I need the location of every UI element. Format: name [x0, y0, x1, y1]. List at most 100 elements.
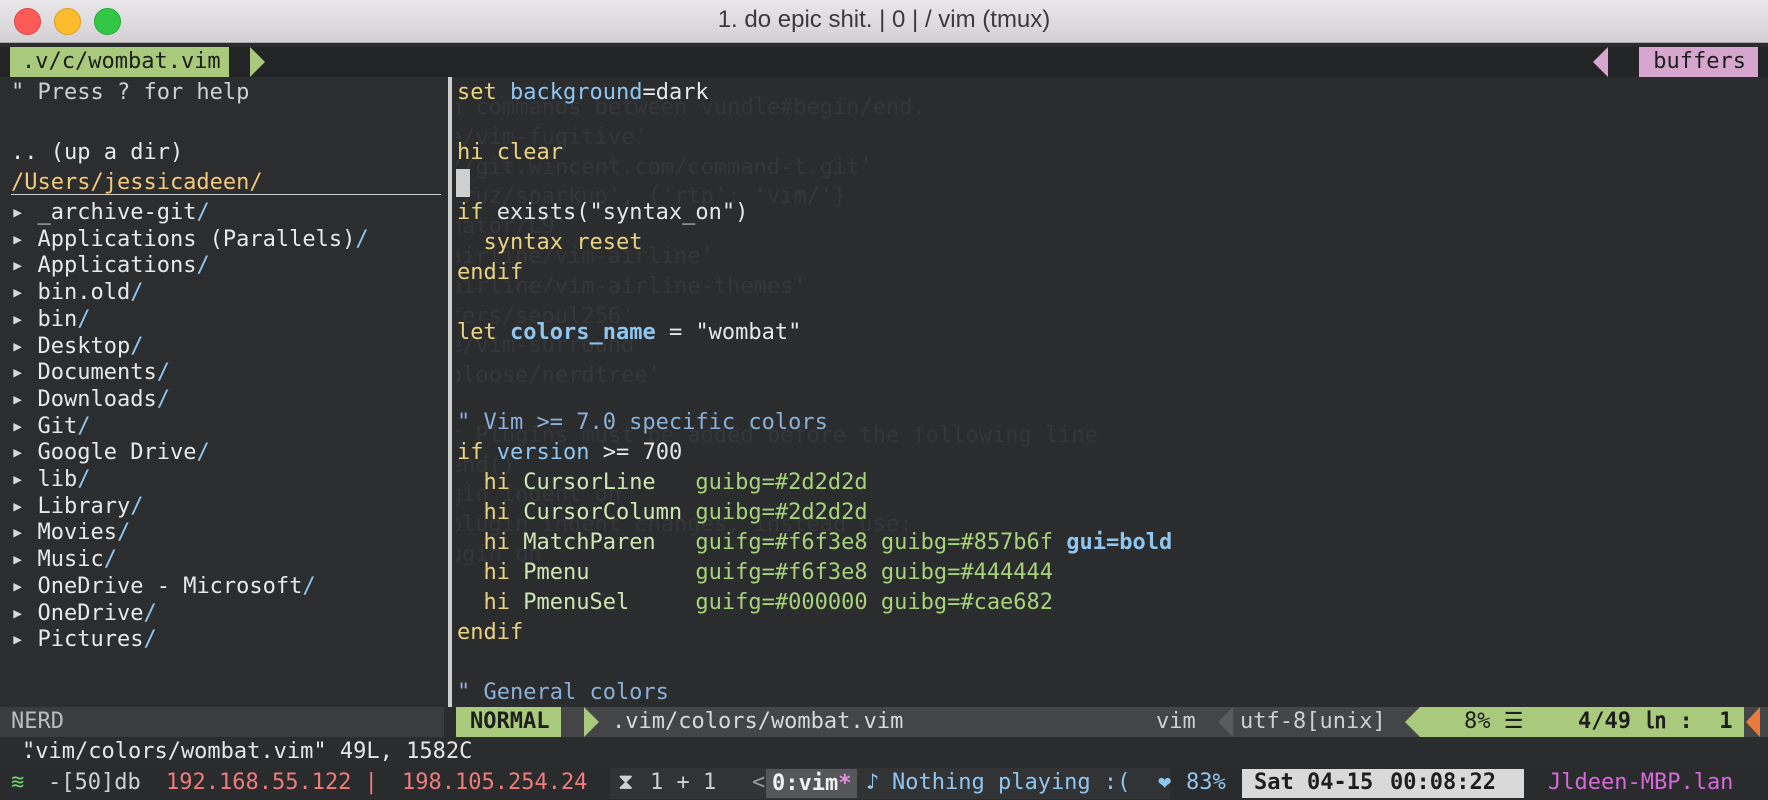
expand-arrow-icon[interactable]: ▸ — [11, 307, 24, 332]
nerdtree-dir-item[interactable]: ▸ bin/ — [11, 305, 91, 335]
nerdtree-dir-item[interactable]: ▸ Applications (Parallels)/ — [11, 225, 369, 255]
highlight-definition-line[interactable]: hi MatchParen guifg=#f6f3e8 guibg=#857b6… — [457, 528, 1172, 558]
expand-arrow-icon[interactable]: ▸ — [11, 547, 24, 572]
text-cursor — [456, 169, 470, 197]
dir-slash: / — [77, 413, 91, 439]
nerdtree-dir-item[interactable]: ▸ Git/ — [11, 412, 91, 442]
expand-arrow-icon[interactable]: ▸ — [11, 440, 24, 465]
highlight-definition-line[interactable]: hi Pmenu guifg=#f6f3e8 guibg=#444444 — [457, 558, 1053, 588]
nerdtree-dir-item[interactable]: ▸ lib/ — [11, 465, 91, 495]
code-line-12[interactable]: " Vim >= 7.0 specific colors — [457, 408, 828, 438]
highlight-definition-line[interactable]: hi CursorLine guibg=#2d2d2d — [457, 468, 867, 498]
window-list-marker: < — [752, 770, 766, 795]
expand-arrow-icon[interactable]: ▸ — [11, 574, 24, 599]
statusline-cursor-position: 4/49 ㏑ : 1 — [1578, 709, 1733, 734]
nerdtree-dir-item[interactable]: ▸ bin.old/ — [11, 278, 143, 308]
vim-editor-pane[interactable]: " keep Plugin commands between vundle#be… — [456, 77, 1768, 707]
expand-arrow-icon[interactable]: ▸ — [11, 200, 24, 225]
dir-name: Music — [37, 547, 104, 573]
nerdtree-dir-item[interactable]: ▸ Movies/ — [11, 518, 130, 548]
nerdtree-dir-item[interactable]: ▸ Desktop/ — [11, 332, 143, 362]
nerdtree-dir-item[interactable]: ▸ OneDrive/ — [11, 599, 157, 629]
heart-icon: ❤ — [1158, 770, 1172, 795]
code-line-3[interactable]: hi clear — [457, 138, 563, 168]
nerdtree-dir-item[interactable]: ▸ Google Drive/ — [11, 438, 210, 468]
dir-name: Movies — [37, 520, 117, 546]
expand-arrow-icon[interactable]: ▸ — [11, 280, 24, 305]
nerdtree-dir-item[interactable]: ▸ Downloads/ — [11, 385, 170, 415]
statusline-encoding: utf-8[unix] — [1240, 709, 1386, 734]
highlight-definition-line[interactable]: hi PmenuSel guifg=#000000 guibg=#cae682 — [457, 588, 1053, 618]
dir-name: bin — [37, 306, 78, 332]
buffers-separator-arrow — [1593, 47, 1608, 77]
statusline-separator-arrow — [1218, 707, 1233, 737]
nerdtree-dir-item[interactable]: ▸ Music/ — [11, 545, 117, 575]
dir-name: Documents — [37, 360, 157, 386]
dir-name: Applications — [37, 253, 197, 279]
code-line-5[interactable]: if exists("syntax_on") — [457, 198, 748, 228]
code-line-1[interactable]: set background=dark — [457, 78, 709, 108]
expand-arrow-icon[interactable]: ▸ — [11, 494, 24, 519]
dir-slash: / — [77, 306, 91, 332]
nerdtree-panel: " Press ? for help .. (up a dir) /Users/… — [0, 77, 444, 707]
expand-arrow-icon[interactable]: ▸ — [11, 627, 24, 652]
nerdtree-dir-item[interactable]: ▸ Documents/ — [11, 358, 170, 388]
expand-arrow-icon[interactable]: ▸ — [11, 601, 24, 626]
hourglass-icon: ⧗ — [618, 770, 634, 795]
code-line-9[interactable]: let colors_name = "wombat" — [457, 318, 801, 348]
tmux-window-tab[interactable]: 0:vim* — [766, 769, 858, 798]
nerdtree-dir-item[interactable]: ▸ Applications/ — [11, 251, 210, 281]
nerdtree-dir-item[interactable]: ▸ OneDrive - Microsoft/ — [11, 572, 316, 602]
nerdtree-dir-item[interactable]: ▸ _archive-git/ — [11, 198, 210, 228]
expand-arrow-icon[interactable]: ▸ — [11, 360, 24, 385]
dir-slash: / — [196, 253, 210, 279]
hostname: Jldeen-MBP.lan — [1548, 770, 1734, 795]
code-line-21[interactable]: " General colors — [457, 678, 669, 707]
dir-name: Applications (Parallels) — [37, 226, 356, 252]
date-display: Sat 04-15 — [1254, 770, 1374, 795]
highlight-definition-line[interactable]: hi CursorColumn guibg=#2d2d2d — [457, 498, 867, 528]
nerdtree-dir-item[interactable]: ▸ Library/ — [11, 492, 143, 522]
nerdtree-cursorline — [11, 194, 441, 195]
dir-slash: / — [156, 360, 170, 386]
nerdtree-status-label: NERD — [11, 709, 64, 734]
terminal-window: 1. do epic shit. | 0 | / vim (tmux) .v/c… — [0, 0, 1768, 800]
tab-current-file[interactable]: .v/c/wombat.vim — [10, 47, 229, 77]
dir-name: OneDrive - Microsoft — [37, 573, 303, 599]
expand-arrow-icon[interactable]: ▸ — [11, 387, 24, 412]
code-line-13[interactable]: if version >= 700 — [457, 438, 682, 468]
tmux-statusbar: ≋ -[50]db 192.168.55.122 | 198.105.254.2… — [0, 767, 1768, 800]
code-line-7[interactable]: endif — [457, 258, 523, 288]
command-message-line[interactable]: " .vim/colors/wombat.vim" 49L, 1582C — [0, 737, 1768, 767]
dir-name: bin.old — [37, 280, 131, 306]
dir-name: Git — [37, 413, 78, 439]
wifi-icon: ≋ — [11, 770, 25, 795]
dir-slash: / — [130, 333, 144, 359]
dir-slash: / — [196, 440, 210, 466]
expand-arrow-icon[interactable]: ▸ — [11, 227, 24, 252]
dir-slash: / — [143, 627, 157, 653]
dir-slash: / — [77, 467, 91, 492]
dir-name: Library — [37, 493, 131, 519]
battery-level: 83% — [1186, 770, 1226, 795]
vertical-split-divider[interactable] — [444, 77, 456, 707]
expand-arrow-icon[interactable]: ▸ — [11, 334, 24, 359]
nerdtree-up-dir[interactable]: .. (up a dir) — [11, 138, 183, 168]
code-line-19[interactable]: endif — [457, 618, 523, 648]
expand-arrow-icon[interactable]: ▸ — [11, 520, 24, 545]
now-playing: Nothing playing :( — [892, 770, 1131, 795]
expand-arrow-icon[interactable]: ▸ — [11, 467, 24, 492]
dir-name: Downloads — [37, 386, 157, 412]
code-line-6[interactable]: syntax reset — [457, 228, 642, 258]
dir-slash: / — [302, 573, 316, 599]
public-ip: 198.105.254.24 — [402, 770, 588, 795]
dir-slash: / — [116, 520, 131, 546]
dir-slash: / — [130, 493, 144, 519]
expand-arrow-icon[interactable]: ▸ — [11, 253, 24, 278]
statusline-filename: .vim/colors/wombat.vim — [612, 709, 904, 734]
statusline-filetype: vim — [1156, 709, 1196, 734]
expand-arrow-icon[interactable]: ▸ — [11, 414, 24, 439]
nerdtree-dir-item[interactable]: ▸ Pictures/ — [11, 625, 157, 655]
title-bar: 1. do epic shit. | 0 | / vim (tmux) — [0, 0, 1768, 43]
buffers-label[interactable]: buffers — [1639, 47, 1758, 77]
